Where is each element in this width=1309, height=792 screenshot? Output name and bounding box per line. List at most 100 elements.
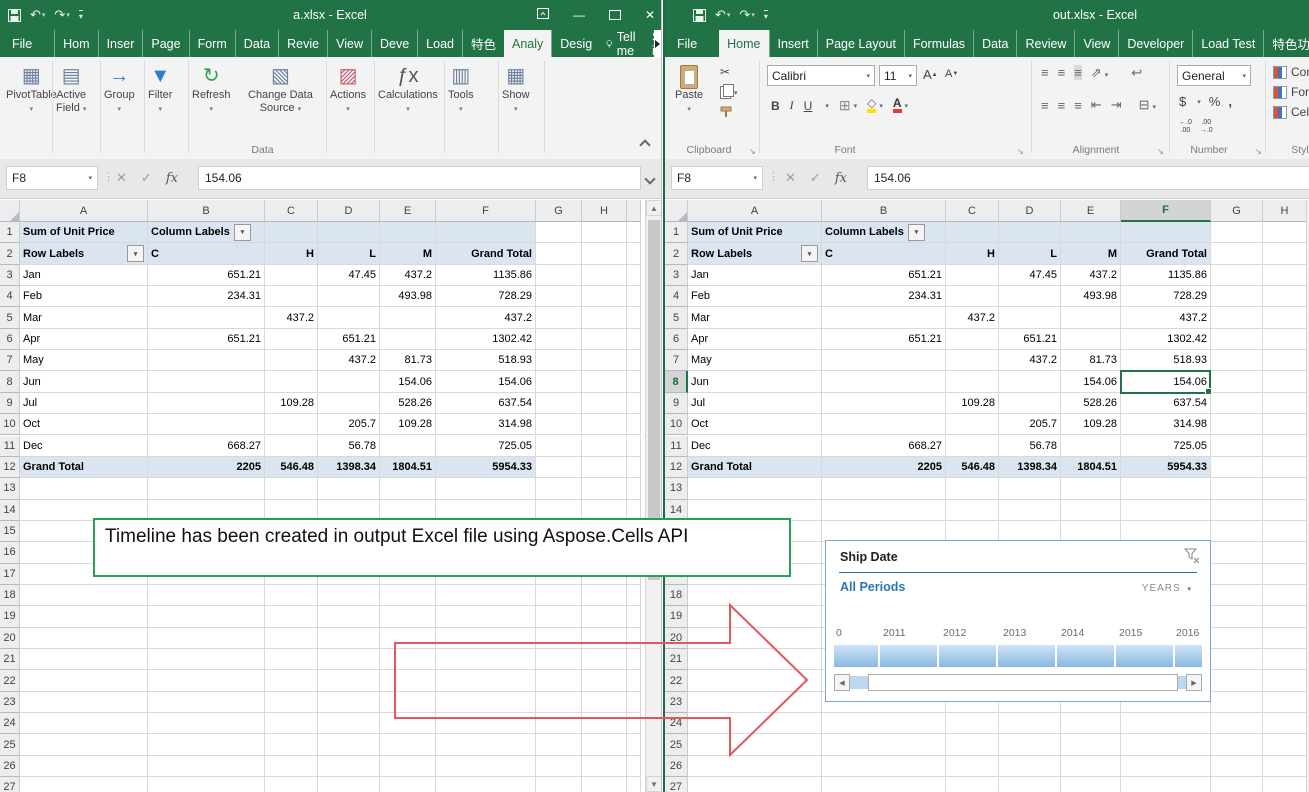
filter-button[interactable]: ▼Filter▾ bbox=[148, 63, 172, 116]
cell-C9[interactable]: 109.28 bbox=[946, 393, 999, 414]
refresh-button[interactable]: ↻Refresh▾ bbox=[192, 63, 231, 116]
cell-E13[interactable] bbox=[380, 478, 436, 499]
row-header-1[interactable]: 1 bbox=[665, 222, 688, 243]
cell-F2[interactable]: Grand Total bbox=[436, 243, 536, 264]
cell-B25[interactable] bbox=[822, 734, 946, 755]
font-size-select[interactable]: 11▾ bbox=[879, 65, 917, 86]
cell-D3[interactable]: 47.45 bbox=[318, 265, 380, 286]
decrease-indent-icon[interactable]: ⇤ bbox=[1091, 97, 1102, 113]
cell-G9[interactable] bbox=[536, 393, 582, 414]
maximize-icon[interactable] bbox=[609, 10, 621, 20]
tab-file[interactable]: File bbox=[665, 30, 709, 57]
cell-D14[interactable] bbox=[999, 500, 1061, 521]
cell-A12[interactable]: Grand Total bbox=[20, 457, 148, 478]
cell-H8[interactable] bbox=[1263, 371, 1307, 392]
cell-partial-10[interactable] bbox=[627, 414, 641, 435]
cell-H14[interactable] bbox=[1263, 500, 1307, 521]
select-all-corner[interactable] bbox=[0, 200, 20, 222]
align-center-icon[interactable]: ≡ bbox=[1058, 98, 1066, 113]
row-header-27[interactable]: 27 bbox=[0, 777, 20, 792]
timeline-scroll-left-icon[interactable]: ◀ bbox=[834, 674, 850, 691]
tab-page[interactable]: Page bbox=[142, 30, 188, 57]
save-icon[interactable] bbox=[693, 9, 706, 22]
cell-C24[interactable] bbox=[265, 713, 318, 734]
cell-partial-8[interactable] bbox=[627, 371, 641, 392]
pivottable-button[interactable]: ▦PivotTable▾ bbox=[6, 63, 57, 116]
bottom-align-icon[interactable]: ≡ bbox=[1074, 65, 1082, 80]
cell-G18[interactable] bbox=[1211, 585, 1263, 606]
cell-C4[interactable] bbox=[265, 286, 318, 307]
column-header-A[interactable]: A bbox=[688, 200, 822, 222]
row-header-7[interactable]: 7 bbox=[0, 350, 20, 371]
cell-D1[interactable] bbox=[999, 222, 1061, 243]
cell-E2[interactable]: M bbox=[380, 243, 436, 264]
cell-E10[interactable]: 109.28 bbox=[1061, 414, 1121, 435]
fill-handle[interactable] bbox=[1205, 388, 1212, 395]
cell-F1[interactable] bbox=[1121, 222, 1211, 243]
cell-F3[interactable]: 1135.86 bbox=[1121, 265, 1211, 286]
cell-F4[interactable]: 728.29 bbox=[436, 286, 536, 307]
cell-E6[interactable] bbox=[380, 329, 436, 350]
save-icon[interactable] bbox=[8, 9, 21, 22]
row-header-11[interactable]: 11 bbox=[0, 436, 20, 457]
cell-G25[interactable] bbox=[1211, 734, 1263, 755]
row-header-15[interactable]: 15 bbox=[0, 521, 20, 542]
cell-E27[interactable] bbox=[380, 777, 436, 792]
cell-G19[interactable] bbox=[1211, 606, 1263, 627]
cell-D10[interactable]: 205.7 bbox=[318, 414, 380, 435]
cell-C4[interactable] bbox=[946, 286, 999, 307]
cell-H16[interactable] bbox=[1263, 542, 1307, 563]
cell-G10[interactable] bbox=[1211, 414, 1263, 435]
cell-A27[interactable] bbox=[20, 777, 148, 792]
cell-A1[interactable]: Sum of Unit Price bbox=[20, 222, 148, 243]
cancel-icon[interactable]: ✕ bbox=[785, 170, 796, 186]
column-header-G[interactable]: G bbox=[1211, 200, 1263, 222]
tab-desig[interactable]: Desig bbox=[551, 30, 600, 57]
cell-B10[interactable] bbox=[148, 414, 265, 435]
cell-A22[interactable] bbox=[20, 670, 148, 691]
increase-font-size-icon[interactable]: A▲ bbox=[923, 67, 938, 82]
row-header-11[interactable]: 11 bbox=[665, 436, 688, 457]
font-name-select[interactable]: Calibri▾ bbox=[767, 65, 875, 86]
cell-G7[interactable] bbox=[1211, 350, 1263, 371]
selected-cell-outline[interactable] bbox=[1120, 370, 1211, 393]
cell-D9[interactable] bbox=[999, 393, 1061, 414]
cell-G27[interactable] bbox=[1211, 777, 1263, 792]
cell-G16[interactable] bbox=[1211, 542, 1263, 563]
cell-G3[interactable] bbox=[1211, 265, 1263, 286]
cell-E11[interactable] bbox=[380, 436, 436, 457]
cell-F25[interactable] bbox=[1121, 734, 1211, 755]
cell-G3[interactable] bbox=[536, 265, 582, 286]
cell-partial-2[interactable] bbox=[627, 243, 641, 264]
cell-D23[interactable] bbox=[318, 692, 380, 713]
row-header-4[interactable]: 4 bbox=[0, 286, 20, 307]
cell-G8[interactable] bbox=[1211, 371, 1263, 392]
cell-E7[interactable]: 81.73 bbox=[1061, 350, 1121, 371]
cell-E8[interactable]: 154.06 bbox=[380, 371, 436, 392]
row-header-9[interactable]: 9 bbox=[0, 393, 20, 414]
cell-H10[interactable] bbox=[582, 414, 627, 435]
close-icon[interactable]: ✕ bbox=[645, 8, 655, 22]
cell-A19[interactable] bbox=[20, 606, 148, 627]
cell-B2[interactable]: C bbox=[148, 243, 265, 264]
cell-A25[interactable] bbox=[20, 734, 148, 755]
timeline-ship-date[interactable]: Ship Date All Periods YEARS ▾ 0201120122… bbox=[825, 540, 1211, 702]
tab-insert[interactable]: Insert bbox=[769, 30, 817, 57]
row-header-7[interactable]: 7 bbox=[665, 350, 688, 371]
cell-B8[interactable] bbox=[822, 371, 946, 392]
cell-H5[interactable] bbox=[1263, 307, 1307, 328]
cell-partial-12[interactable] bbox=[627, 457, 641, 478]
cell-A5[interactable]: Mar bbox=[20, 307, 148, 328]
column-labels-filter-icon[interactable]: ▾ bbox=[234, 224, 251, 241]
cell-C8[interactable] bbox=[946, 371, 999, 392]
tab-deve[interactable]: Deve bbox=[371, 30, 417, 57]
cell-C6[interactable] bbox=[946, 329, 999, 350]
cell-G1[interactable] bbox=[1211, 222, 1263, 243]
cell-F7[interactable]: 518.93 bbox=[436, 350, 536, 371]
cell-B6[interactable]: 651.21 bbox=[822, 329, 946, 350]
cell-C2[interactable]: H bbox=[946, 243, 999, 264]
row-header-26[interactable]: 26 bbox=[0, 756, 20, 777]
formula-input[interactable]: 154.06 bbox=[867, 166, 1309, 190]
cell-G15[interactable] bbox=[1211, 521, 1263, 542]
cell-B7[interactable] bbox=[822, 350, 946, 371]
